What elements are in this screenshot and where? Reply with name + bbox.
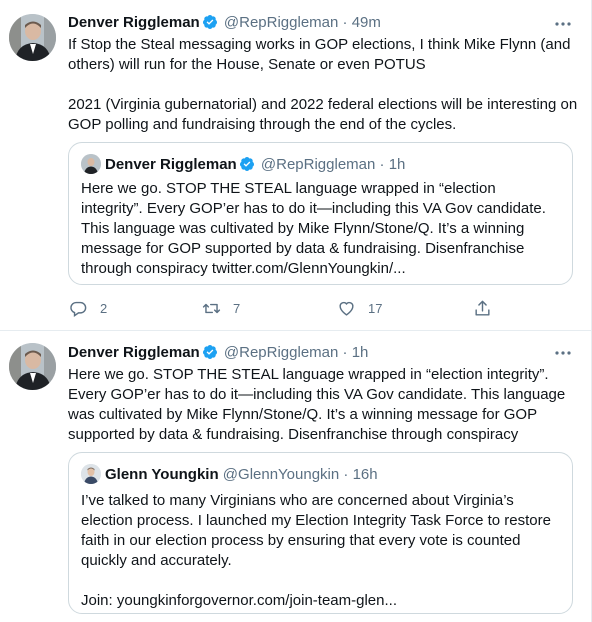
quoted-author-name: Denver Riggleman [105,156,237,173]
author-handle[interactable]: @RepRiggleman [224,14,338,31]
retweet-button[interactable]: 7 [202,296,240,320]
quoted-tweet[interactable]: Glenn Youngkin @GlennYoungkin · 16h I’ve… [68,452,573,614]
tweet-text: Here we go. STOP THE STEAL language wrap… [68,365,578,445]
verified-badge-icon [202,15,217,29]
quoted-paragraph: I’ve talked to many Virginians who are c… [81,492,551,569]
quoted-paragraph: Join: youngkinforgovernor.com/join-team-… [81,592,397,609]
separator-dot: · [342,14,348,31]
quoted-timestamp: 16h [352,466,378,483]
tweet-actions: 2 7 17 [68,296,498,320]
like-count: 17 [368,300,383,316]
author-avatar[interactable] [9,14,56,61]
tweet-header: Denver Riggleman @RepRiggleman · 1h [68,343,368,363]
heart-icon [339,301,354,316]
timestamp[interactable]: 49m [352,14,381,31]
quoted-tweet-header: Glenn Youngkin @GlennYoungkin · 16h [81,464,378,484]
share-icon [475,300,490,316]
quoted-paragraph: Here we go. STOP THE STEAL language wrap… [81,180,546,277]
quoted-timestamp: 1h [388,156,406,173]
tweet-paragraph: 2021 (Virginia gubernatorial) and 2022 f… [68,96,578,133]
tweet-text: If Stop the Steal messaging works in GOP… [68,35,578,135]
separator-dot: · [343,466,349,483]
author-handle[interactable]: @RepRiggleman [224,344,338,361]
verified-badge-icon [239,157,254,171]
quoted-tweet-text: I’ve talked to many Virginians who are c… [81,491,559,611]
more-options-icon[interactable] [553,14,573,34]
like-button[interactable]: 17 [337,296,382,320]
tweet[interactable]: Denver Riggleman @RepRiggleman · 49m If … [0,0,592,331]
tweet-paragraph: Here we go. STOP THE STEAL language wrap… [68,366,566,443]
verified-badge-icon [202,345,217,359]
more-options-icon[interactable] [553,343,573,363]
reply-count: 2 [100,300,108,316]
author-avatar[interactable] [9,343,56,390]
retweet-icon [202,303,221,313]
reply-icon [70,301,87,317]
timestamp[interactable]: 1h [352,344,369,361]
quoted-author-name: Glenn Youngkin [105,466,219,483]
tweet-paragraph: If Stop the Steal messaging works in GOP… [68,36,571,73]
quoted-author-handle: @GlennYoungkin [222,466,340,483]
author-name[interactable]: Denver Riggleman [68,14,200,31]
quoted-tweet-text: Here we go. STOP THE STEAL language wrap… [81,179,559,279]
separator-dot: · [342,344,348,361]
quoted-tweet[interactable]: Denver Riggleman @RepRiggleman · 1h Here… [68,142,573,285]
share-button[interactable] [473,296,492,320]
reply-button[interactable]: 2 [69,296,107,320]
separator-dot: · [379,156,385,173]
retweet-count: 7 [233,300,241,316]
quoted-author-avatar [81,154,101,174]
tweet[interactable]: Denver Riggleman @RepRiggleman · 1h Here… [0,331,592,622]
quoted-author-avatar [81,464,101,484]
quoted-tweet-header: Denver Riggleman @RepRiggleman · 1h [81,154,405,174]
quoted-author-handle: @RepRiggleman [260,156,376,173]
author-name[interactable]: Denver Riggleman [68,344,200,361]
tweet-header: Denver Riggleman @RepRiggleman · 49m [68,13,381,33]
